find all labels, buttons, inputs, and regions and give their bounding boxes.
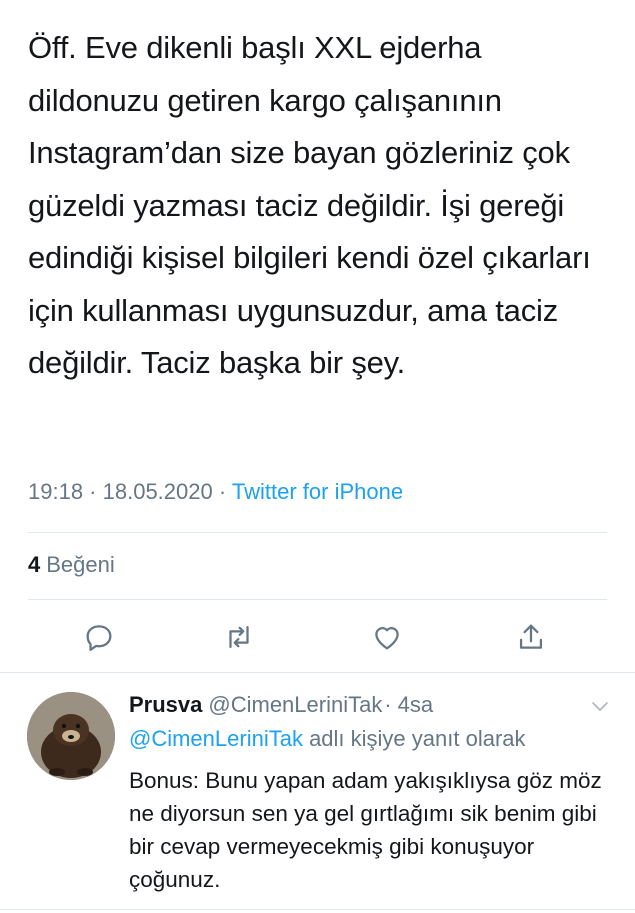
likes-count: 4: [28, 552, 41, 577]
reply-mention-link[interactable]: @CimenLeriniTak: [129, 726, 303, 751]
divider: [28, 532, 607, 533]
reply-text: Bonus: Bunu yapan adam yakışıklıysa göz …: [129, 768, 602, 892]
section-divider: [0, 672, 635, 673]
meta-separator: ·: [212, 479, 232, 504]
chevron-down-icon[interactable]: [588, 694, 612, 718]
reply-icon: [86, 625, 112, 651]
tweet-date: 18.05.2020: [102, 479, 213, 504]
reply-context: @CimenLeriniTak adlı kişiye yanıt olarak: [129, 726, 526, 752]
avatar-image: [27, 692, 115, 780]
like-button[interactable]: [365, 615, 409, 659]
reply-header: Prusva @CimenLeriniTak · 4sa: [129, 692, 433, 718]
likes-stat[interactable]: 4 Beğeni: [28, 552, 115, 578]
section-divider: [0, 909, 635, 910]
tweet-text: Öff. Eve dikenli başlı XXL ejderha dildo…: [28, 30, 591, 380]
wolverine-avatar[interactable]: [27, 692, 115, 780]
retweet-icon: [229, 625, 249, 649]
likes-label: Beğeni: [46, 552, 115, 577]
share-button[interactable]: [509, 615, 553, 659]
reply-button[interactable]: [77, 615, 121, 659]
reply-time: · 4sa: [384, 692, 434, 717]
retweet-button[interactable]: [217, 615, 261, 659]
share-icon: [519, 624, 543, 649]
tweet-meta: 19:18 · 18.05.2020 · Twitter for iPhone: [28, 479, 403, 505]
reply-author-handle[interactable]: @CimenLeriniTak: [208, 692, 382, 717]
tweet-source-link[interactable]: Twitter for iPhone: [232, 479, 403, 504]
like-icon: [375, 627, 399, 650]
reply-author-name[interactable]: Prusva: [129, 692, 202, 717]
tweet-time: 19:18: [28, 479, 84, 504]
meta-separator: ·: [83, 479, 103, 504]
divider: [28, 599, 607, 600]
reply-context-label: adlı kişiye yanıt olarak: [302, 726, 526, 751]
